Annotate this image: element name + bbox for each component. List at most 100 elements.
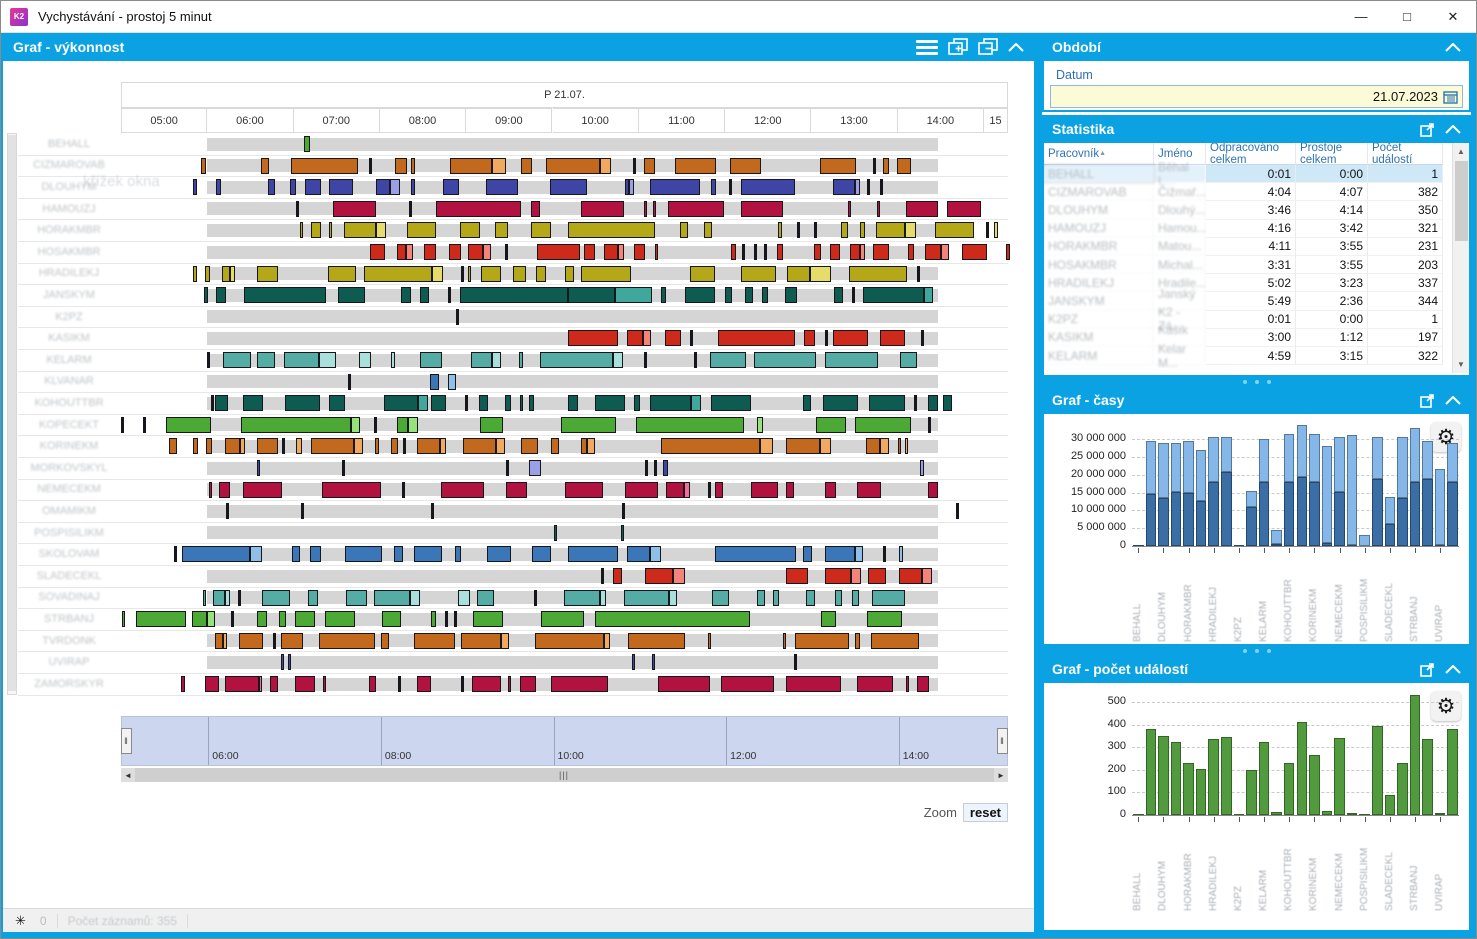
gantt-bar[interactable] — [568, 222, 656, 239]
gantt-bar[interactable] — [849, 265, 908, 282]
event-count-bar[interactable] — [1384, 794, 1396, 815]
gantt-bar[interactable] — [417, 395, 429, 412]
gantt-bar[interactable] — [520, 157, 532, 174]
gantt-idle-tick[interactable] — [632, 157, 636, 174]
gantt-bar[interactable] — [435, 200, 522, 217]
gantt-bar[interactable] — [787, 265, 810, 282]
gantt-bar[interactable] — [529, 460, 542, 476]
gantt-bar[interactable] — [825, 352, 878, 368]
table-cell[interactable]: 350 — [1368, 201, 1443, 220]
stacked-bar-light[interactable] — [1447, 442, 1458, 482]
gantt-bar[interactable] — [449, 157, 493, 174]
gantt-bar[interactable] — [454, 546, 461, 563]
event-count-bar[interactable] — [1170, 742, 1182, 815]
gantt-bar[interactable] — [512, 265, 526, 282]
gantt-bar[interactable] — [219, 481, 230, 498]
gantt-bar[interactable] — [296, 438, 303, 455]
gantt-bar[interactable] — [563, 589, 600, 606]
gantt-bar[interactable] — [397, 416, 408, 433]
table-cell[interactable]: 0:00 — [1296, 310, 1368, 329]
gantt-bar[interactable] — [946, 200, 982, 217]
gantt-bar[interactable] — [820, 157, 857, 174]
gantt-bar[interactable] — [684, 287, 715, 304]
table-cell[interactable]: CIZMAROVAB — [1044, 183, 1154, 202]
collapse-panel-icon[interactable] — [1445, 395, 1461, 405]
gantt-bar[interactable] — [222, 352, 252, 368]
gantt-bar[interactable] — [222, 632, 228, 649]
gantt-bar[interactable] — [851, 589, 859, 606]
gantt-bar[interactable] — [448, 244, 462, 260]
gantt-bar[interactable] — [205, 438, 212, 455]
gantt-bar[interactable] — [568, 395, 579, 412]
gantt-idle-tick[interactable] — [173, 546, 177, 563]
stacked-bar-dark[interactable] — [1384, 523, 1396, 546]
table-cell[interactable]: Čižmař... — [1154, 183, 1206, 202]
stacked-bar-dark[interactable] — [1158, 497, 1169, 546]
gantt-idle-tick[interactable] — [763, 244, 767, 260]
stacked-bar-dark[interactable] — [1258, 481, 1270, 546]
gantt-bar[interactable] — [927, 395, 939, 412]
table-cell[interactable]: 203 — [1368, 256, 1443, 275]
gantt-idle-tick[interactable] — [226, 503, 230, 520]
gantt-bar[interactable] — [690, 395, 701, 412]
gantt-bar[interactable] — [505, 395, 512, 412]
gantt-bar[interactable] — [599, 157, 612, 174]
gantt-bar[interactable] — [391, 438, 398, 455]
table-cell[interactable]: 337 — [1368, 274, 1443, 293]
gantt-bar[interactable] — [240, 416, 352, 433]
gantt-idle-tick[interactable] — [373, 416, 377, 433]
gantt-bar[interactable] — [879, 330, 905, 347]
gantt-bar[interactable] — [375, 179, 391, 196]
gantt-bar[interactable] — [284, 352, 320, 368]
gantt-idle-tick[interactable] — [825, 330, 829, 347]
stacked-bar-dark[interactable] — [1397, 497, 1408, 546]
selector-left-handle[interactable]: ‖ — [121, 728, 132, 754]
gantt-idle-tick[interactable] — [300, 503, 304, 520]
gantt-bar[interactable] — [550, 676, 608, 692]
gantt-bar[interactable] — [492, 352, 501, 368]
gantt-bar[interactable] — [859, 244, 865, 260]
table-cell[interactable]: 5:02 — [1206, 274, 1296, 293]
gantt-bar[interactable] — [448, 373, 456, 390]
gantt-idle-tick[interactable] — [880, 179, 884, 196]
gantt-idle-tick[interactable] — [461, 676, 465, 692]
table-cell[interactable]: 4:14 — [1296, 201, 1368, 220]
gantt-bar[interactable] — [257, 611, 267, 628]
stacked-bar-light[interactable] — [1309, 434, 1320, 482]
gantt-bar[interactable] — [643, 330, 651, 347]
gantt-bar[interactable] — [820, 611, 837, 628]
gantt-bar[interactable] — [643, 157, 656, 174]
gantt-bar[interactable] — [666, 481, 684, 498]
event-count-bar[interactable] — [1221, 737, 1232, 815]
gantt-bar[interactable] — [545, 157, 600, 174]
gantt-bar[interactable] — [629, 179, 635, 196]
gantt-bar[interactable] — [568, 330, 619, 347]
gantt-bar[interactable] — [689, 265, 715, 282]
gantt-bar[interactable] — [225, 676, 260, 692]
gantt-bar[interactable] — [668, 200, 725, 217]
table-cell[interactable]: 1:12 — [1296, 328, 1368, 347]
collapse-windows-icon[interactable] — [978, 38, 998, 56]
gantt-bar[interactable] — [257, 352, 275, 368]
popout-icon[interactable] — [1420, 662, 1435, 677]
gantt-bar[interactable] — [207, 611, 216, 628]
gantt-bar[interactable] — [397, 244, 406, 260]
gantt-bar[interactable] — [202, 589, 207, 606]
gantt-bar[interactable] — [304, 179, 322, 196]
stacked-bar-dark[interactable] — [1447, 481, 1458, 546]
gantt-bar[interactable] — [612, 568, 623, 584]
gantt-bar[interactable] — [261, 589, 291, 606]
stacked-bar-light[interactable] — [1409, 428, 1421, 482]
gantt-bar[interactable] — [618, 244, 625, 260]
gantt-bar[interactable] — [583, 244, 595, 260]
gantt-bar[interactable] — [414, 546, 443, 563]
timeline-range-selector[interactable]: 06:00 08:00 10:00 12:00 14:00 — [121, 716, 1008, 766]
gantt-idle-tick[interactable] — [753, 244, 757, 260]
gantt-idle-tick[interactable] — [956, 503, 960, 520]
popout-icon[interactable] — [1420, 122, 1435, 137]
table-cell[interactable]: 3:31 — [1206, 256, 1296, 275]
gantt-idle-tick[interactable] — [796, 222, 800, 239]
table-cell[interactable]: 4:59 — [1206, 347, 1296, 366]
gantt-chart[interactable]: P 21.07. 05:00 06:00 07:00 08:00 09:00 10:00 11… — [3, 61, 1034, 908]
gantt-bar[interactable] — [786, 676, 841, 692]
